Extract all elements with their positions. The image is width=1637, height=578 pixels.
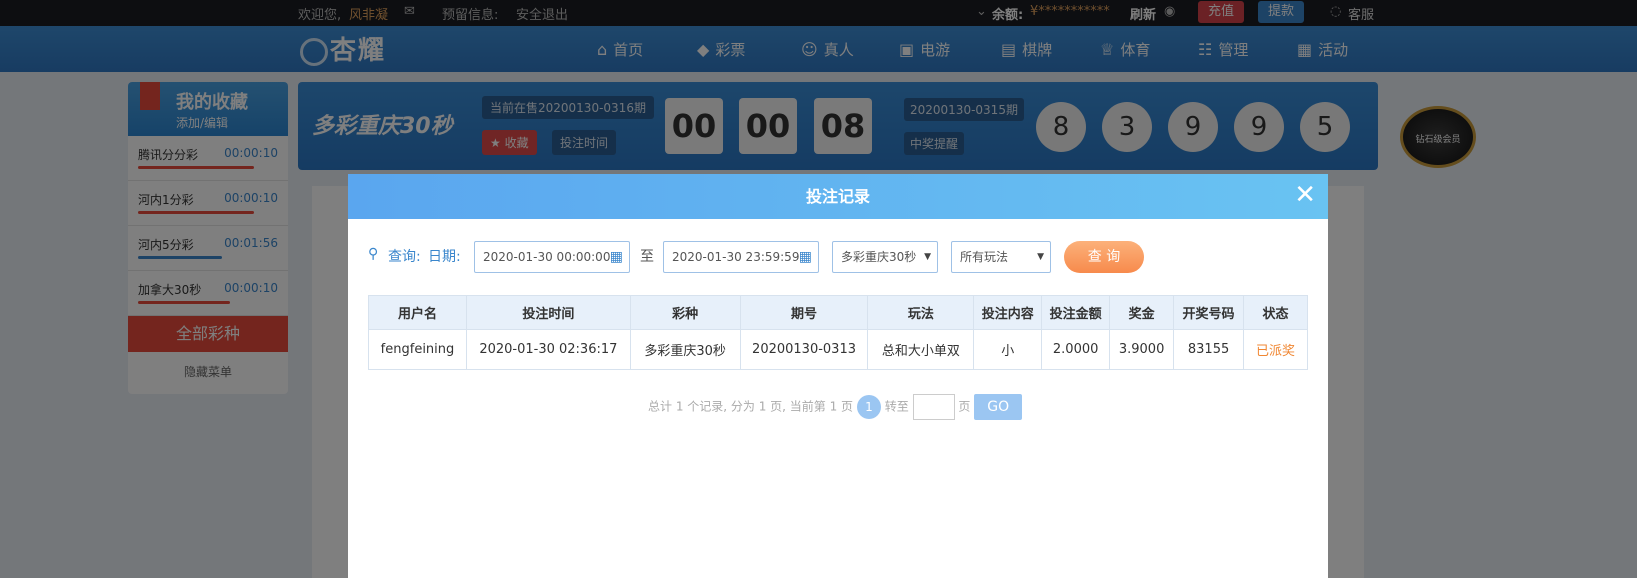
table-header-row: 用户名 投注时间 彩种 期号 玩法 投注内容 投注金额 奖金 开奖号码 状态: [368, 295, 1308, 330]
column-header: 投注内容: [973, 295, 1043, 330]
pagination: 总计 1 个记录, 分为 1 页, 当前第 1 页 1 转至 页 GO: [648, 394, 1023, 420]
cell-play-type: 总和大小单双: [867, 329, 975, 370]
modal-header: 投注记录 ✕: [348, 174, 1328, 219]
cell-status: 已派奖: [1243, 329, 1308, 370]
query-button[interactable]: 查 询: [1064, 241, 1144, 273]
cell-draw-number: 83155: [1173, 329, 1245, 370]
column-header: 玩法: [867, 295, 975, 330]
calendar-icon[interactable]: ▦: [799, 242, 812, 272]
to-label: 至: [640, 249, 654, 265]
cell-lottery: 多彩重庆30秒: [629, 329, 741, 370]
cell-bet-time: 2020-01-30 02:36:17: [465, 329, 631, 370]
lottery-select[interactable]: 多彩重庆30秒 ▼: [832, 241, 938, 273]
page-unit-label: 页: [958, 399, 971, 414]
cell-issue: 20200130-0313: [739, 329, 869, 370]
cell-username: fengfeining: [368, 329, 467, 370]
start-date-input[interactable]: 2020-01-30 00:00:00 ▦: [474, 241, 630, 273]
column-header: 彩种: [629, 295, 741, 330]
modal-title: 投注记录: [805, 187, 870, 206]
close-icon[interactable]: ✕: [1294, 174, 1316, 216]
goto-label: 转至: [884, 399, 909, 414]
table-row[interactable]: fengfeining 2020-01-30 02:36:17 多彩重庆30秒 …: [368, 329, 1308, 370]
go-button[interactable]: GO: [974, 394, 1023, 420]
bet-record-table: 用户名 投注时间 彩种 期号 玩法 投注内容 投注金额 奖金 开奖号码 状态 f…: [368, 295, 1308, 370]
pager-summary: 总计 1 个记录, 分为 1 页, 当前第 1 页: [648, 399, 854, 414]
column-header: 投注时间: [465, 295, 631, 330]
goto-page-input[interactable]: [912, 394, 955, 420]
column-header: 期号: [739, 295, 869, 330]
cell-bet-amount: 2.0000: [1041, 329, 1111, 370]
dropdown-arrow-icon: ▼: [924, 252, 931, 262]
column-header: 奖金: [1109, 295, 1175, 330]
column-header: 用户名: [368, 295, 467, 330]
column-header: 投注金额: [1041, 295, 1111, 330]
date-label: 日期:: [428, 249, 461, 265]
page-number-button[interactable]: 1: [856, 395, 881, 419]
cell-bet-content: 小: [973, 329, 1043, 370]
dropdown-arrow-icon: ▼: [1037, 252, 1044, 262]
column-header: 开奖号码: [1173, 295, 1245, 330]
column-header: 状态: [1243, 295, 1308, 330]
bet-record-modal: 投注记录 ✕ ⚲ 查询: 日期: 2020-01-30 00:00:00 ▦ 至…: [348, 174, 1328, 578]
search-icon: ⚲: [368, 246, 379, 262]
cell-prize: 3.9000: [1109, 329, 1175, 370]
play-type-select[interactable]: 所有玩法 ▼: [951, 241, 1051, 273]
query-label: 查询:: [388, 249, 421, 265]
end-date-input[interactable]: 2020-01-30 23:59:59 ▦: [663, 241, 819, 273]
calendar-icon[interactable]: ▦: [610, 242, 623, 272]
